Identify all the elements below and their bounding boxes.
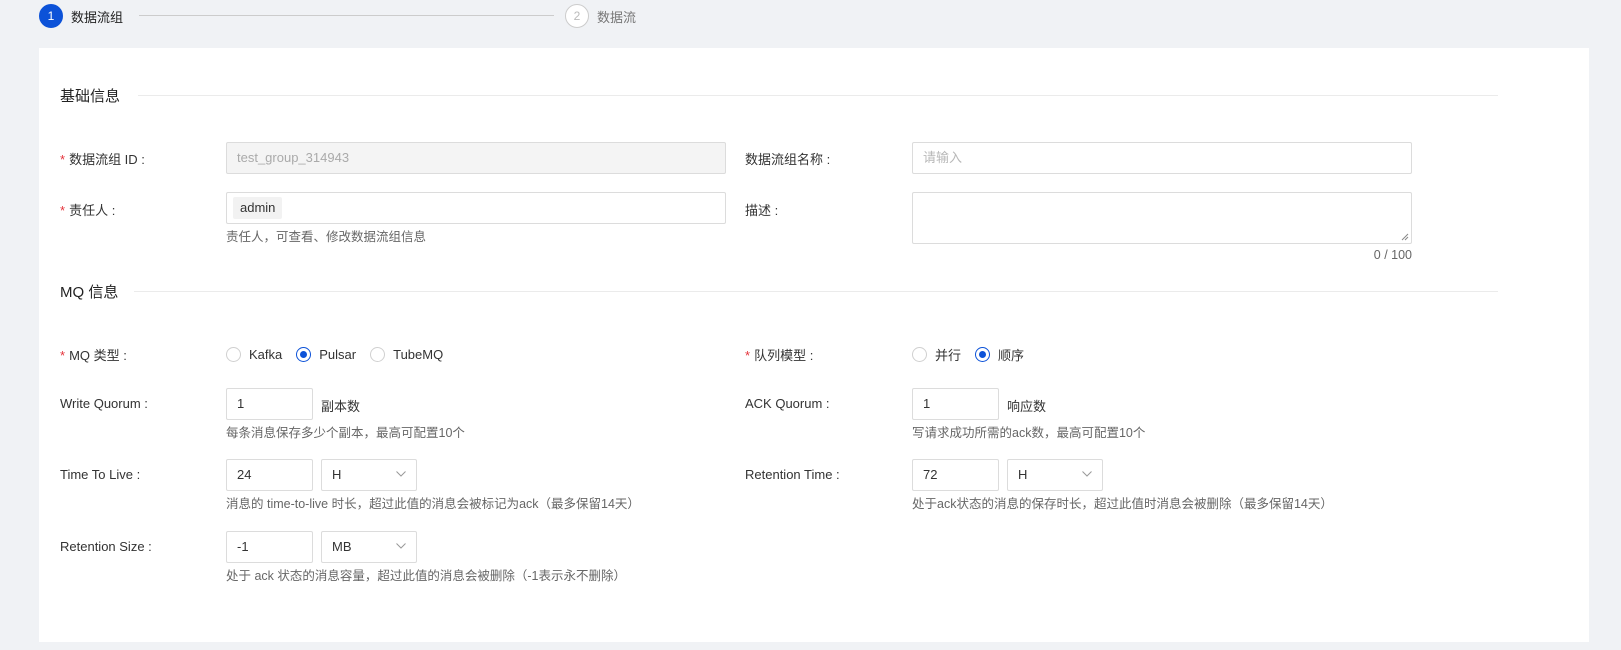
radio-unchecked-icon bbox=[912, 346, 927, 362]
group-name-input[interactable]: 请输入 bbox=[912, 142, 1412, 174]
group-id-label: * 数据流组 ID : bbox=[60, 152, 145, 167]
ack-quorum-unit: 响应数 bbox=[1007, 399, 1047, 414]
chevron-down-icon bbox=[1082, 471, 1092, 477]
radio-unchecked-icon bbox=[226, 346, 241, 362]
desc-textarea[interactable] bbox=[912, 192, 1412, 244]
desc-label: 描述 : bbox=[745, 203, 779, 218]
queue-model-parallel-radio[interactable]: 并行 bbox=[912, 345, 961, 364]
form-card: 基础信息 * 数据流组 ID : test_group_314943 数据流组名称… bbox=[39, 48, 1589, 642]
ttl-label: Time To Live : bbox=[60, 467, 141, 482]
step-2-icon[interactable]: 2 bbox=[565, 4, 589, 28]
mq-type-tubemq-radio[interactable]: TubeMQ bbox=[370, 346, 443, 362]
radio-checked-icon bbox=[975, 346, 991, 362]
radio-unchecked-icon bbox=[370, 346, 386, 362]
queue-model-serial-radio[interactable]: 顺序 bbox=[975, 345, 1024, 364]
section-title-mq: MQ 信息 bbox=[60, 284, 119, 301]
step-1-label[interactable]: 数据流组 bbox=[71, 7, 123, 26]
retention-size-unit-select[interactable]: MB bbox=[321, 531, 417, 563]
ack-quorum-label: ACK Quorum : bbox=[745, 396, 830, 411]
retention-size-label: Retention Size : bbox=[60, 539, 152, 554]
mq-type-pulsar-radio[interactable]: Pulsar bbox=[296, 346, 356, 362]
write-quorum-input[interactable]: 1 bbox=[226, 388, 313, 420]
retention-size-hint: 处于 ack 状态的消息容量，超过此值的消息会被删除（-1表示永不删除） bbox=[226, 569, 627, 583]
ttl-unit-select[interactable]: H bbox=[321, 459, 417, 491]
ttl-input[interactable]: 24 bbox=[226, 459, 313, 491]
owner-tag[interactable]: admin bbox=[233, 197, 283, 219]
steps-bar: 1 数据流组 2 数据流 bbox=[39, 4, 689, 28]
section-title-basic: 基础信息 bbox=[60, 88, 121, 105]
retention-size-input[interactable]: -1 bbox=[226, 531, 313, 563]
chevron-down-icon bbox=[396, 471, 406, 477]
owner-label: * 责任人 : bbox=[60, 203, 116, 218]
retention-time-unit-value: H bbox=[1018, 467, 1028, 482]
ttl-hint: 消息的 time-to-live 时长，超过此值的消息会被标记为ack（最多保留… bbox=[226, 497, 640, 511]
write-quorum-label: Write Quorum : bbox=[60, 396, 148, 411]
ttl-unit-value: H bbox=[332, 467, 342, 482]
group-id-input[interactable]: test_group_314943 bbox=[226, 142, 726, 174]
group-name-label: 数据流组名称 : bbox=[745, 152, 831, 167]
ack-quorum-hint: 写请求成功所需的ack数，最高可配置10个 bbox=[912, 426, 1146, 440]
step-2-label[interactable]: 数据流 bbox=[597, 7, 636, 26]
section-divider-mq bbox=[134, 291, 1498, 292]
retention-size-unit-value: MB bbox=[332, 539, 352, 554]
radio-checked-icon bbox=[296, 346, 312, 362]
step-1-icon[interactable]: 1 bbox=[39, 4, 63, 28]
section-divider-basic bbox=[138, 95, 1498, 96]
retention-time-unit-select[interactable]: H bbox=[1007, 459, 1103, 491]
desc-counter: 0 / 100 bbox=[1373, 248, 1412, 262]
resize-handle-icon[interactable] bbox=[1401, 233, 1409, 241]
queue-model-label: * 队列模型 : bbox=[745, 348, 814, 363]
retention-time-input[interactable]: 72 bbox=[912, 459, 999, 491]
mq-type-kafka-radio[interactable]: Kafka bbox=[226, 346, 282, 362]
retention-time-label: Retention Time : bbox=[745, 467, 840, 482]
mq-type-label: * MQ 类型 : bbox=[60, 348, 127, 363]
step-divider bbox=[139, 15, 554, 16]
ack-quorum-input[interactable]: 1 bbox=[912, 388, 999, 420]
owner-select[interactable]: admin bbox=[226, 192, 726, 224]
owner-hint: 责任人，可查看、修改数据流组信息 bbox=[226, 230, 427, 244]
write-quorum-hint: 每条消息保存多少个副本，最高可配置10个 bbox=[226, 426, 465, 440]
mq-type-radio-group: Kafka Pulsar TubeMQ bbox=[226, 344, 457, 364]
retention-time-hint: 处于ack状态的消息的保存时长，超过此值时消息会被删除（最多保留14天） bbox=[912, 497, 1333, 511]
queue-model-radio-group: 并行 顺序 bbox=[912, 344, 1038, 364]
write-quorum-unit: 副本数 bbox=[321, 399, 361, 414]
chevron-down-icon bbox=[396, 543, 406, 549]
